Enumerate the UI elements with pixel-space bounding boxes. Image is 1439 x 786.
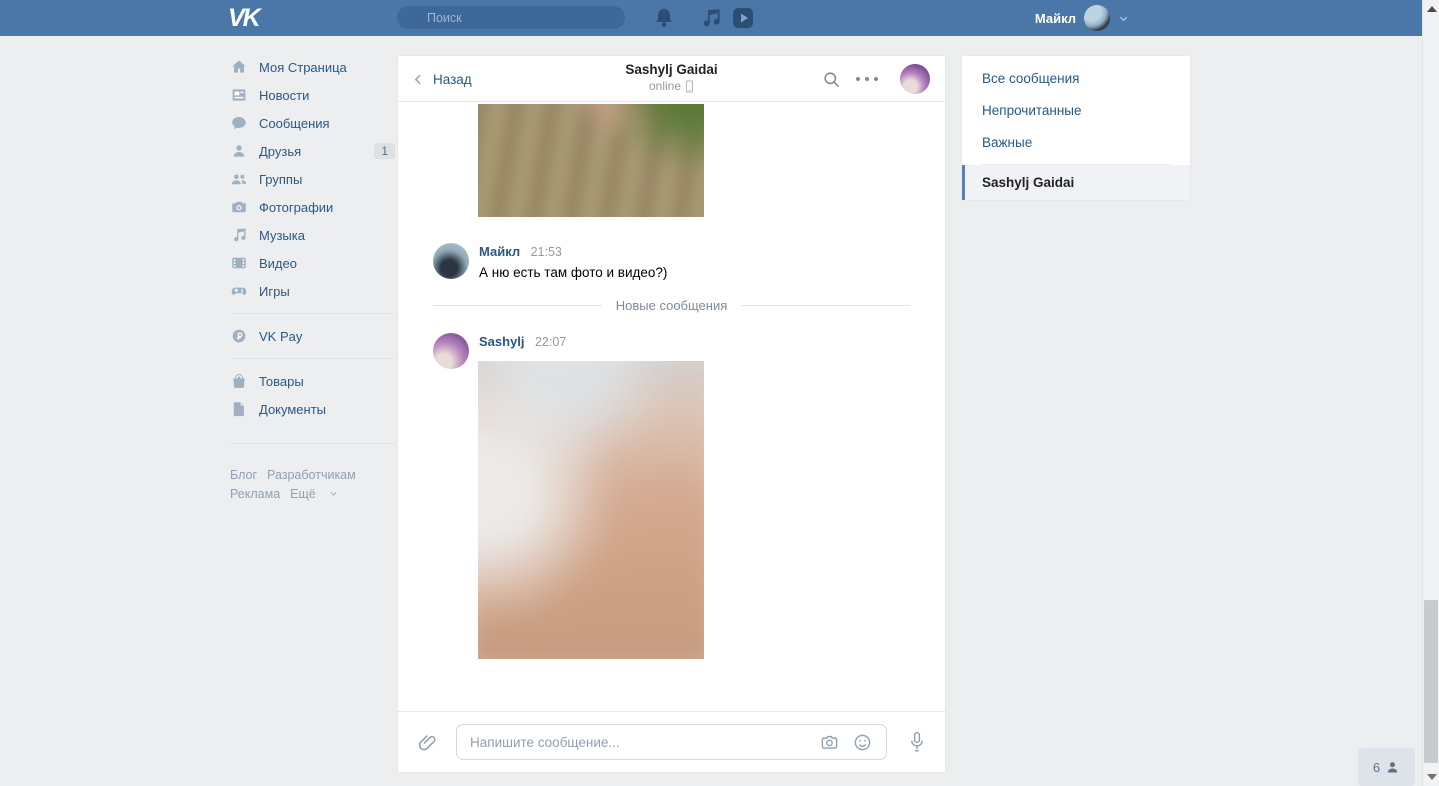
online-count: 6 — [1372, 759, 1381, 775]
sidebar-item-vkpay[interactable]: VK Pay — [230, 322, 395, 350]
friends-count-badge: 1 — [374, 143, 395, 159]
scrollbar[interactable] — [1422, 0, 1439, 786]
mobile-icon — [685, 79, 694, 93]
scroll-down-arrow[interactable] — [1427, 774, 1437, 780]
photo-attachment[interactable] — [478, 361, 704, 659]
docs-icon — [230, 400, 248, 418]
groups-icon — [230, 170, 248, 188]
left-sidebar: Моя Страница Новости Сообщения Друзья 1 … — [230, 53, 395, 504]
home-icon — [230, 58, 248, 76]
footer-link-blog[interactable]: Блог — [230, 468, 257, 482]
games-icon — [230, 282, 248, 300]
message-author[interactable]: Майкл — [479, 244, 520, 259]
friends-icon — [230, 142, 248, 160]
filter-all-messages[interactable]: Все сообщения — [962, 62, 1190, 94]
scroll-up-arrow[interactable] — [1427, 6, 1437, 12]
video-icon — [230, 254, 248, 272]
message-time: 21:53 — [530, 245, 562, 259]
sidebar-item-groups[interactable]: Группы — [230, 165, 395, 193]
music-icon — [230, 226, 248, 244]
chat-status: online — [649, 79, 694, 93]
sidebar-item-docs[interactable]: Документы — [230, 395, 395, 423]
chat-window: Назад Sashylj Gaidai online Майкл 21:53 … — [397, 55, 946, 773]
paperclip-icon[interactable] — [417, 733, 437, 753]
search-input[interactable] — [397, 6, 625, 29]
footer-link-developers[interactable]: Разработчикам — [267, 468, 356, 482]
sidebar-item-messages[interactable]: Сообщения — [230, 109, 395, 137]
sidebar-divider — [230, 443, 395, 444]
sidebar-item-games[interactable]: Игры — [230, 277, 395, 305]
bell-icon[interactable] — [652, 6, 676, 30]
filter-important[interactable]: Важные — [962, 126, 1190, 158]
friends-online-widget[interactable]: 6 — [1358, 748, 1415, 786]
person-icon — [1385, 760, 1400, 775]
more-actions-icon[interactable] — [856, 77, 878, 82]
footer-link-ads[interactable]: Реклама — [230, 487, 280, 501]
chevron-down-icon — [329, 489, 338, 498]
search-conversation-icon[interactable] — [822, 70, 841, 89]
chat-peer-avatar[interactable] — [900, 64, 930, 94]
new-messages-divider: Новые сообщения — [433, 298, 910, 313]
sidebar-item-photos[interactable]: Фотографии — [230, 193, 395, 221]
messages-filter-panel: Все сообщения Непрочитанные Важные Sashy… — [961, 55, 1191, 201]
account-name: Майкл — [1034, 10, 1076, 26]
footer-link-more[interactable]: Ещё — [290, 487, 316, 501]
avatar[interactable] — [433, 333, 469, 369]
market-icon — [230, 372, 248, 390]
scrollbar-thumb[interactable] — [1424, 600, 1438, 763]
vk-logo[interactable]: VK — [228, 4, 268, 32]
sidebar-item-news[interactable]: Новости — [230, 81, 395, 109]
sidebar-divider — [230, 358, 395, 359]
message-author[interactable]: Sashylj — [479, 334, 525, 349]
sidebar-item-video[interactable]: Видео — [230, 249, 395, 277]
video-play-icon[interactable] — [731, 6, 755, 30]
news-icon — [230, 86, 248, 104]
chat-header: Назад Sashylj Gaidai online — [398, 56, 945, 102]
chat-list-item-selected[interactable]: Sashylj Gaidai — [962, 165, 1190, 200]
account-menu[interactable]: Майкл — [1035, 0, 1129, 36]
chat-title[interactable]: Sashylj Gaidai — [398, 62, 945, 77]
sidebar-item-my-page[interactable]: Моя Страница — [230, 53, 395, 81]
account-avatar — [1084, 5, 1110, 31]
music-icon[interactable] — [699, 6, 723, 30]
top-bar: VK Майкл — [0, 0, 1422, 36]
message-time: 22:07 — [534, 335, 567, 349]
sidebar-divider — [230, 313, 395, 314]
compose-bar — [398, 711, 945, 772]
sidebar-footer: Блог Разработчикам Реклама Ещё — [230, 466, 395, 504]
chevron-down-icon — [1118, 13, 1129, 24]
message-list[interactable]: Майкл 21:53 А ню есть там фото и видео?)… — [398, 102, 945, 712]
microphone-icon[interactable] — [908, 731, 926, 754]
photo-attachment[interactable] — [478, 104, 704, 217]
message-text: А ню есть там фото и видео?) — [479, 265, 668, 280]
messages-icon — [230, 114, 248, 132]
message-row: Майкл 21:53 А ню есть там фото и видео?) — [433, 243, 667, 280]
vkpay-icon — [230, 327, 248, 345]
camera-icon[interactable] — [820, 733, 839, 752]
photos-icon — [230, 198, 248, 216]
sidebar-item-market[interactable]: Товары — [230, 367, 395, 395]
smiley-icon[interactable] — [853, 733, 872, 752]
sidebar-item-music[interactable]: Музыка — [230, 221, 395, 249]
filter-unread[interactable]: Непрочитанные — [962, 94, 1190, 126]
sidebar-item-friends[interactable]: Друзья 1 — [230, 137, 395, 165]
avatar[interactable] — [433, 243, 469, 279]
